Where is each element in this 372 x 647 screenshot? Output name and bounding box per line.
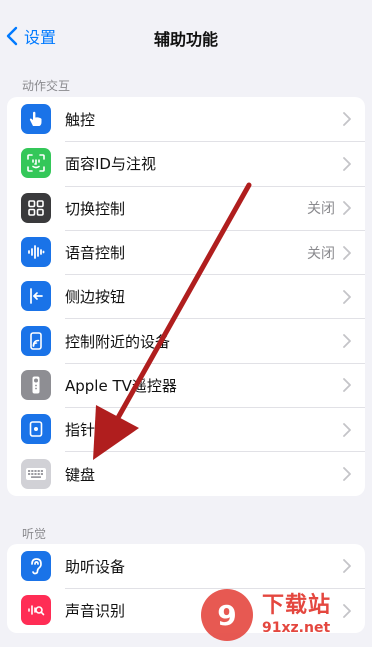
row-value: 关闭 (307, 201, 335, 218)
settings-row-hearing-devices[interactable]: 助听设备 (7, 544, 365, 588)
row-label: 键盘 (65, 465, 96, 484)
voice-wave-icon (21, 237, 51, 268)
pointer-icon (21, 414, 51, 445)
row-label: 控制附近的设备 (65, 332, 171, 351)
settings-row-touch[interactable]: 触控 (7, 97, 365, 141)
settings-row-keyboard[interactable]: 键盘 (7, 451, 365, 495)
watermark-url: 91xz.net (262, 619, 331, 636)
settings-row-pointer-control[interactable]: 指针控制 (7, 407, 365, 451)
chevron-right-icon (343, 111, 353, 127)
chevron-right-icon (343, 466, 353, 482)
row-label: Apple TV遥控器 (65, 376, 177, 395)
settings-row-apple-tv-remote[interactable]: Apple TV遥控器 (7, 362, 365, 407)
hand-touch-icon (21, 104, 51, 135)
interaction-settings-group: 触控 面容ID与注视 切换控制 关闭 语音控制 关闭 侧边按钮 控制附近的设备 … (7, 97, 365, 496)
face-id-icon (21, 148, 51, 179)
row-value: 关闭 (307, 245, 335, 262)
chevron-right-icon (343, 333, 353, 349)
chevron-right-icon (343, 377, 353, 393)
row-label: 面容ID与注视 (65, 155, 156, 174)
page-title: 辅助功能 (153, 30, 218, 49)
section-header-interaction: 动作交互 (22, 79, 71, 93)
row-label: 侧边按钮 (65, 288, 126, 307)
row-label: 触控 (65, 110, 96, 129)
tv-remote-icon (21, 369, 51, 400)
svg-text:9: 9 (217, 599, 236, 632)
ear-icon (21, 551, 51, 582)
keyboard-icon (21, 458, 51, 489)
nearby-device-icon (21, 325, 51, 356)
chevron-right-icon (343, 558, 353, 574)
chevron-right-icon (343, 289, 353, 305)
settings-row-face-id[interactable]: 面容ID与注视 (7, 141, 365, 185)
switch-grid-icon (21, 192, 51, 223)
site-watermark: 9 下载站 91xz.net (198, 585, 370, 645)
section-header-hearing: 听觉 (22, 527, 47, 541)
watermark-logo-icon: 9 (201, 589, 253, 641)
chevron-right-icon (343, 245, 353, 261)
chevron-right-icon (343, 200, 353, 216)
sound-recognition-icon (21, 595, 51, 626)
watermark-title: 下载站 (262, 593, 332, 619)
row-label: 切换控制 (65, 199, 126, 218)
settings-row-side-button[interactable]: 侧边按钮 (7, 274, 365, 318)
navigation-bar: 设置 辅助功能 (0, 0, 372, 72)
settings-row-voice-control[interactable]: 语音控制 关闭 (7, 229, 365, 274)
row-label: 指针控制 (65, 421, 126, 440)
chevron-right-icon (343, 422, 353, 438)
settings-row-nearby-devices[interactable]: 控制附近的设备 (7, 318, 365, 362)
side-button-icon (21, 281, 51, 312)
row-label: 助听设备 (65, 557, 126, 576)
row-label: 语音控制 (65, 244, 126, 263)
chevron-right-icon (343, 156, 353, 172)
settings-row-switch-control[interactable]: 切换控制 关闭 (7, 185, 365, 230)
